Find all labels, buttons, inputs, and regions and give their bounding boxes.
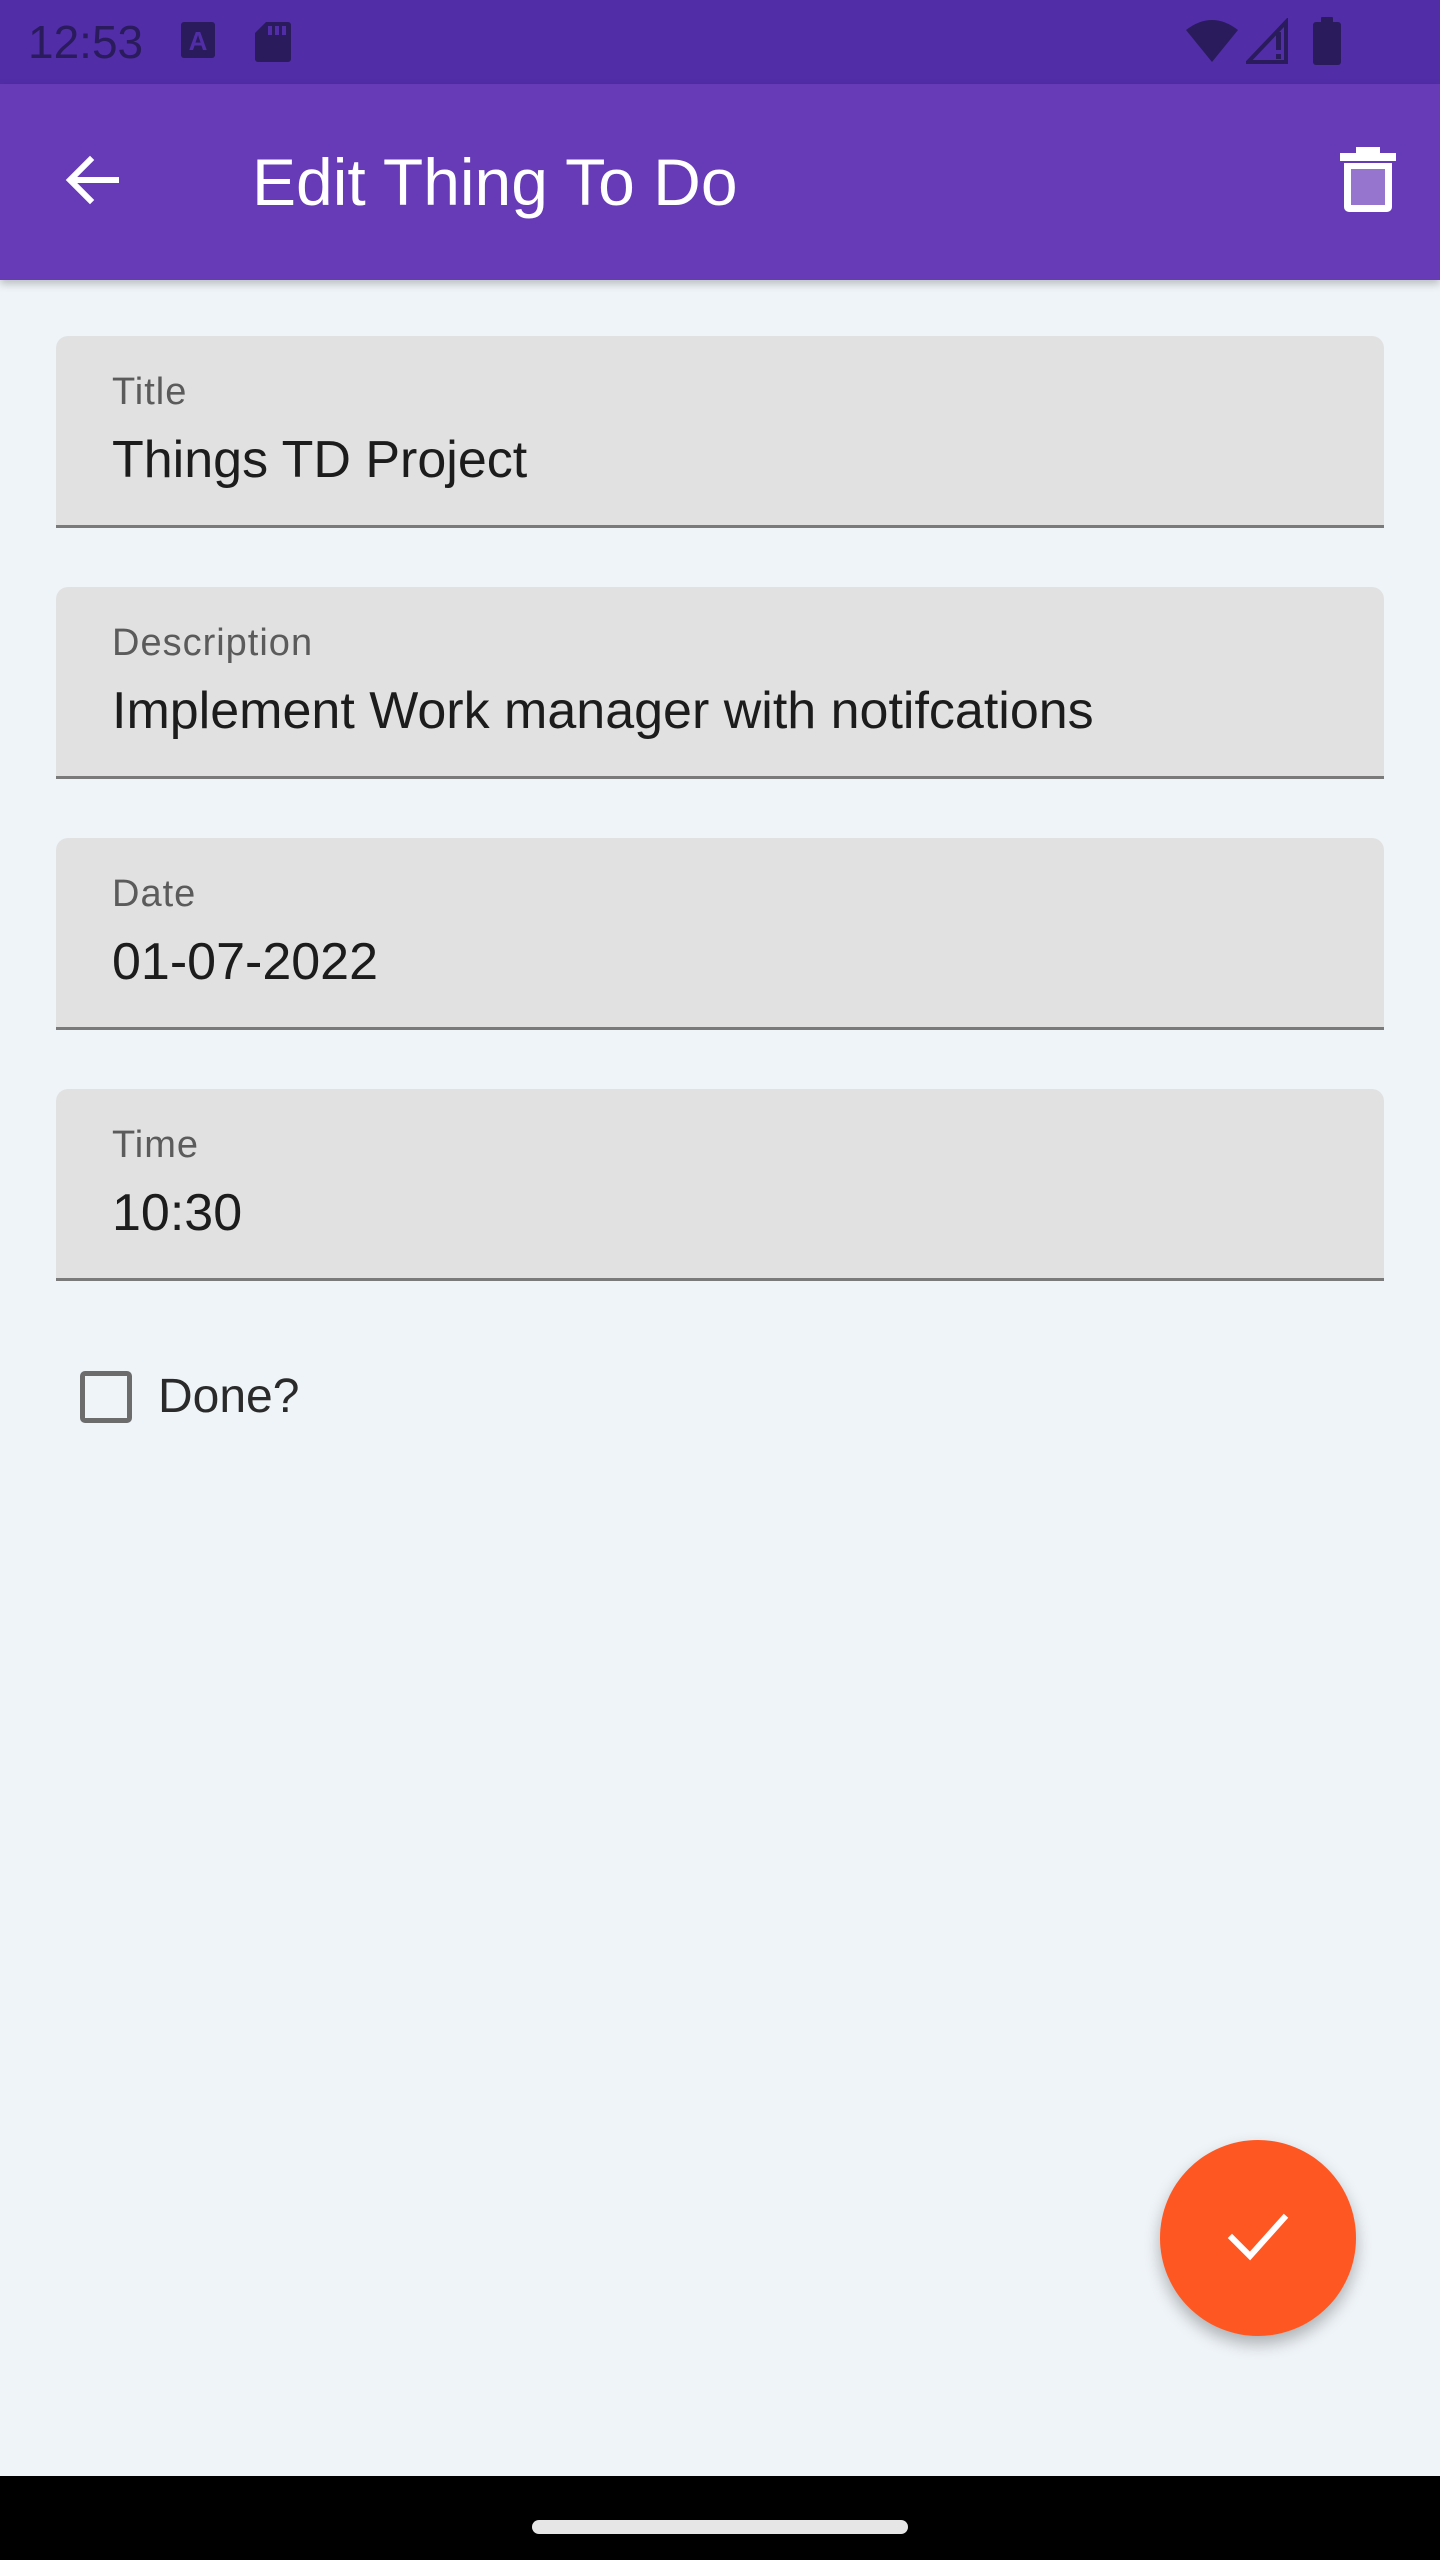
- save-fab-button[interactable]: [1160, 2140, 1356, 2336]
- navigation-bar: [0, 2476, 1440, 2560]
- title-field[interactable]: Title: [56, 336, 1384, 528]
- svg-text:A: A: [189, 26, 208, 56]
- title-input[interactable]: [112, 428, 1332, 492]
- description-field[interactable]: Description: [56, 587, 1384, 779]
- time-field[interactable]: Time: [56, 1089, 1384, 1281]
- home-gesture-handle[interactable]: [532, 2520, 908, 2534]
- wifi-icon: [1184, 18, 1240, 69]
- done-checkbox-row[interactable]: Done?: [80, 1362, 299, 1432]
- done-checkbox[interactable]: [80, 1371, 132, 1423]
- description-field-label: Description: [112, 622, 314, 664]
- page-title: Edit Thing To Do: [252, 145, 738, 219]
- done-label: Done?: [158, 1370, 300, 1423]
- app-bar: Edit Thing To Do: [0, 84, 1440, 280]
- arrow-back-icon: [60, 148, 124, 217]
- signal-icon: [1243, 16, 1290, 69]
- time-input[interactable]: [112, 1181, 1332, 1245]
- battery-icon: [1312, 16, 1342, 71]
- date-input[interactable]: [112, 930, 1332, 994]
- delete-icon: [1340, 146, 1396, 218]
- description-input[interactable]: [112, 679, 1332, 743]
- check-icon: [1222, 2200, 1294, 2277]
- time-field-label: Time: [112, 1124, 200, 1166]
- keyboard-a-icon: A: [180, 20, 216, 65]
- sd-card-icon: [254, 20, 292, 69]
- delete-button[interactable]: [1316, 130, 1420, 234]
- status-time: 12:53: [28, 16, 144, 68]
- status-bar: 12:53 A: [0, 0, 1440, 84]
- back-button[interactable]: [40, 130, 144, 234]
- date-field[interactable]: Date: [56, 838, 1384, 1030]
- date-field-label: Date: [112, 873, 197, 915]
- title-field-label: Title: [112, 371, 188, 413]
